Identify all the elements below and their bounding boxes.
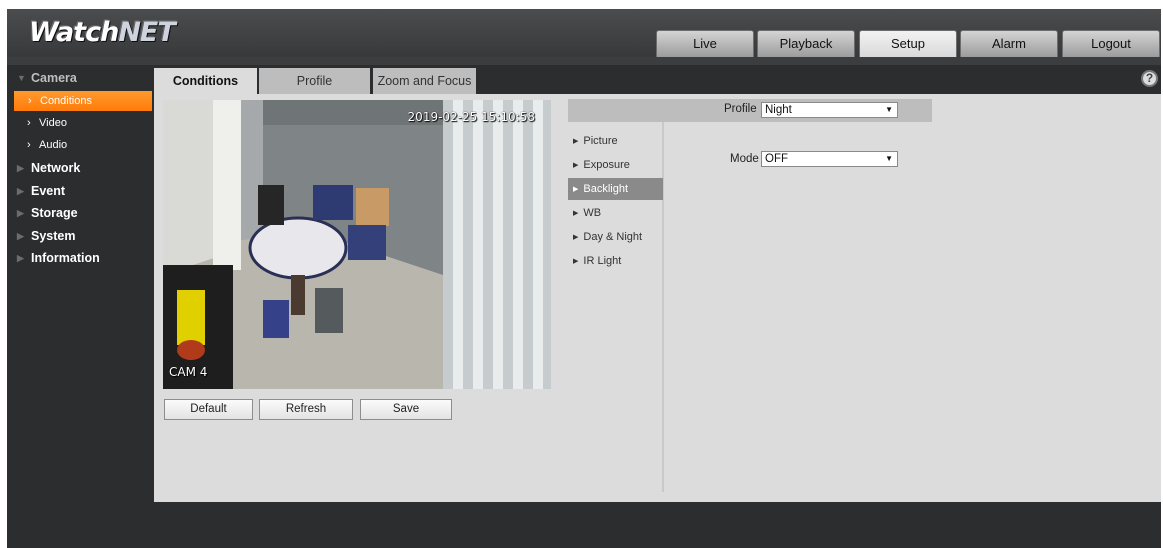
sidebar-item-network[interactable]: ▶ Network bbox=[7, 158, 152, 178]
menu-item-wb[interactable]: ▶ WB bbox=[568, 202, 663, 224]
sidebar-item-conditions[interactable]: › Conditions bbox=[14, 91, 152, 111]
mode-select[interactable]: OFF ▼ bbox=[761, 151, 898, 167]
caret-right-icon: ▶ bbox=[17, 208, 24, 218]
caret-right-icon: ▶ bbox=[17, 253, 24, 263]
sidebar-item-label: Event bbox=[31, 184, 66, 198]
sidebar-item-label: System bbox=[31, 229, 76, 243]
mode-select-value: OFF bbox=[765, 153, 788, 165]
caret-down-icon: ▼ bbox=[17, 73, 26, 83]
caret-right-icon: ▶ bbox=[17, 186, 24, 196]
default-button[interactable]: Default bbox=[164, 399, 253, 420]
menu-item-ir-light[interactable]: ▶ IR Light bbox=[568, 250, 663, 272]
save-button[interactable]: Save bbox=[360, 399, 452, 420]
sidebar-item-label: Audio bbox=[39, 139, 68, 151]
nav-tab-live[interactable]: Live bbox=[656, 30, 754, 57]
triangle-right-icon: ▶ bbox=[573, 138, 579, 145]
logo-text-net: NET bbox=[118, 17, 175, 48]
sidebar-item-event[interactable]: ▶ Event bbox=[7, 181, 152, 201]
menu-item-label: Backlight bbox=[583, 183, 629, 195]
watchnet-logo: WatchNET bbox=[29, 17, 176, 48]
sidebar-item-label: Network bbox=[31, 161, 81, 175]
help-icon[interactable]: ? bbox=[1141, 70, 1158, 87]
menu-item-backlight[interactable]: ▶ Backlight bbox=[568, 178, 663, 200]
triangle-right-icon: ▶ bbox=[573, 210, 579, 217]
sidebar-item-information[interactable]: ▶ Information bbox=[7, 248, 152, 268]
sidebar: ▼ Camera › Conditions › Video › Audio ▶ Netwo… bbox=[7, 65, 154, 505]
menu-item-label: Picture bbox=[583, 135, 618, 147]
profile-bar: Profile Night ▼ bbox=[568, 99, 932, 122]
sidebar-item-label: Video bbox=[39, 117, 67, 129]
video-timestamp: 2019-02-25 15:10:58 bbox=[407, 110, 535, 124]
video-preview: 2019-02-25 15:10:58 CAM 4 bbox=[163, 100, 551, 389]
main-panel: Conditions Profile Management Zoom and F… bbox=[154, 65, 1161, 502]
nav-tab-logout[interactable]: Logout bbox=[1062, 30, 1160, 57]
tab-profile-management[interactable]: Profile Management bbox=[259, 68, 370, 114]
menu-item-label: IR Light bbox=[583, 255, 622, 267]
menu-item-exposure[interactable]: ▶ Exposure bbox=[568, 154, 663, 176]
chevron-right-icon: › bbox=[27, 117, 31, 129]
sidebar-item-video[interactable]: › Video bbox=[7, 113, 152, 133]
menu-item-label: Exposure bbox=[583, 159, 630, 171]
triangle-right-icon: ▶ bbox=[573, 162, 579, 169]
app-window: WatchNET Live Playback Setup Alarm Logou… bbox=[7, 9, 1161, 548]
profile-select-value: Night bbox=[765, 104, 792, 116]
sidebar-item-label: Information bbox=[31, 251, 100, 265]
chevron-right-icon: › bbox=[28, 95, 32, 107]
subtab-bar: Conditions Profile Management Zoom and F… bbox=[154, 65, 1161, 114]
sidebar-item-storage[interactable]: ▶ Storage bbox=[7, 203, 152, 223]
profile-select[interactable]: Night ▼ bbox=[761, 102, 898, 118]
caret-right-icon: ▶ bbox=[17, 231, 24, 241]
nav-tab-setup[interactable]: Setup bbox=[859, 30, 957, 57]
profile-label: Profile bbox=[724, 103, 757, 115]
chevron-right-icon: › bbox=[27, 139, 31, 151]
footer-bar bbox=[7, 502, 1161, 548]
sidebar-item-system[interactable]: ▶ System bbox=[7, 226, 152, 246]
sidebar-item-label: Storage bbox=[31, 206, 78, 220]
sidebar-item-label: Conditions bbox=[40, 95, 92, 107]
tab-conditions[interactable]: Conditions bbox=[154, 68, 257, 94]
caret-right-icon: ▶ bbox=[17, 163, 24, 173]
refresh-button[interactable]: Refresh bbox=[259, 399, 353, 420]
triangle-right-icon: ▶ bbox=[573, 258, 579, 265]
header: WatchNET Live Playback Setup Alarm Logou… bbox=[7, 9, 1161, 57]
nav-tab-alarm[interactable]: Alarm bbox=[960, 30, 1058, 57]
settings-menu: ▶ Picture ▶ Exposure ▶ Backlight ▶ WB ▶ Day &… bbox=[568, 122, 664, 492]
dropdown-arrow-icon: ▼ bbox=[885, 154, 893, 163]
dropdown-arrow-icon: ▼ bbox=[885, 105, 893, 114]
menu-item-day-night[interactable]: ▶ Day & Night bbox=[568, 226, 663, 248]
logo-text-watch: Watch bbox=[29, 17, 119, 48]
nav-tab-playback[interactable]: Playback bbox=[757, 30, 855, 57]
menu-item-picture[interactable]: ▶ Picture bbox=[568, 130, 663, 152]
menu-item-label: Day & Night bbox=[583, 231, 643, 243]
sidebar-item-label: Camera bbox=[31, 71, 77, 85]
triangle-right-icon: ▶ bbox=[573, 186, 579, 193]
sidebar-item-audio[interactable]: › Audio bbox=[7, 135, 152, 155]
header-divider bbox=[7, 57, 1161, 65]
camera-scene-image bbox=[163, 100, 551, 389]
mode-label: Mode bbox=[730, 153, 759, 165]
menu-item-label: WB bbox=[583, 207, 602, 219]
video-camera-name: CAM 4 bbox=[169, 365, 208, 379]
tab-zoom-and-focus[interactable]: Zoom and Focus bbox=[373, 68, 476, 94]
sidebar-item-camera[interactable]: ▼ Camera bbox=[7, 68, 152, 88]
triangle-right-icon: ▶ bbox=[573, 234, 579, 241]
